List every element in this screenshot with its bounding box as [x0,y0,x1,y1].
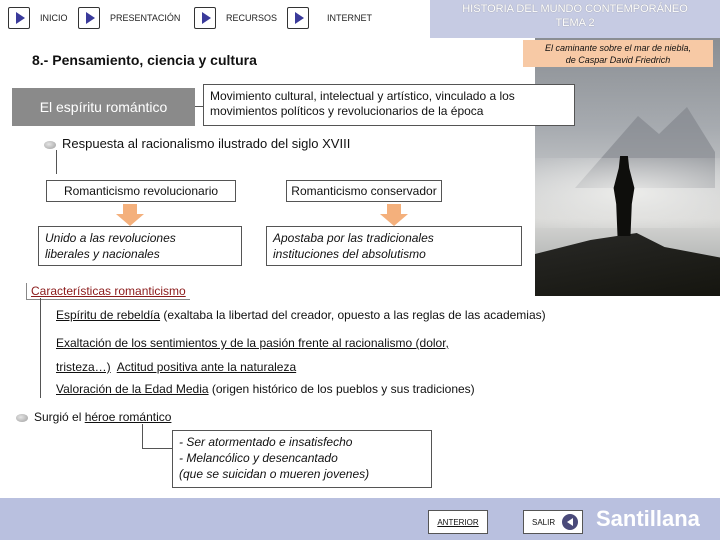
nav-internet-button[interactable]: INTERNET [287,6,372,30]
movement-description-box: Movimiento cultural, intelectual y artís… [203,84,575,126]
hero-trait: - Ser atormentado e insatisfecho [179,435,353,449]
type-box-revolutionary: Romanticismo revolucionario [46,180,236,202]
romantic-spirit-box: El espíritu romántico [12,88,195,126]
hero-trait: - Melancólico y desencantado [179,451,338,465]
characteristic-item: Exaltación de los sentimientos y de la p… [56,336,449,351]
anterior-label: ANTERIOR [437,517,479,527]
back-arrow-icon [562,514,578,530]
play-arrow-icon [287,7,309,29]
nav-inicio-button[interactable]: INICIO [8,6,68,30]
characteristic-key[interactable]: tristeza…) [56,360,111,374]
header-title: HISTORIA DEL MUNDO CONTEMPORÁNEO TEMA 2 [430,2,720,30]
characteristic-item: Espíritu de rebeldía (exaltaba la libert… [56,308,546,323]
salir-button[interactable]: SALIR [523,510,583,534]
caption-line2: de Caspar David Friedrich [565,55,671,65]
characteristic-rest: (origen histórico de los pueblos y sus t… [208,382,475,396]
type-desc-conservative: Apostaba por las tradicionales instituci… [266,226,522,266]
type-desc-line2: liberales y nacionales [45,247,160,261]
play-arrow-icon [78,7,100,29]
play-arrow-icon [8,7,30,29]
down-arrow-icon [114,204,146,226]
characteristics-branch-line [40,298,41,398]
hero-key[interactable]: héroe romántico [85,410,172,424]
play-arrow-icon [194,7,216,29]
characteristics-title[interactable]: Características romanticismo [26,283,190,300]
characteristic-rest: (exaltaba la libertad del creador, opues… [160,308,546,322]
nav-presentacion-label: PRESENTACIÓN [110,13,181,23]
santillana-logo: Santillana [596,506,700,531]
response-text: Respuesta al racionalismo ilustrado del … [62,136,351,151]
movement-desc-line1: Movimiento cultural, intelectual y artís… [210,89,515,103]
movement-desc-line2: movimientos políticos y revolucionarios … [210,104,484,118]
caption-line1: El caminante sobre el mar de niebla, [544,43,692,53]
nav-recursos-label: RECURSOS [226,13,278,23]
painting-rock [535,233,720,296]
hero-trait: (que se suicidan o mueren jovenes) [179,467,370,481]
characteristic-item: tristeza…) Actitud positiva ante la natu… [56,360,296,375]
bullet-icon [16,414,28,422]
nav-inicio-label: INICIO [40,13,68,23]
anterior-button[interactable]: ANTERIOR [428,510,488,534]
salir-label: SALIR [532,517,556,527]
hero-prefix: Surgió el [34,410,85,424]
type-desc-line1: Unido a las revoluciones [45,231,176,245]
characteristic-item: Valoración de la Edad Media (origen hist… [56,382,475,397]
down-arrow-icon [378,204,410,226]
type-box-conservative: Romanticismo conservador [286,180,442,202]
type-desc-line2: instituciones del absolutismo [273,247,426,261]
page-title: 8.- Pensamiento, ciencia y cultura [32,52,257,68]
header-title-line2: TEMA 2 [555,17,595,29]
type-desc-revolutionary: Unido a las revoluciones liberales y nac… [38,226,242,266]
nav-internet-label: INTERNET [327,13,372,23]
hero-traits-box: - Ser atormentado e insatisfecho - Melan… [172,430,432,488]
hero-branch-line [142,448,172,449]
nav-recursos-button[interactable]: RECURSOS [194,6,277,30]
header-title-line1: HISTORIA DEL MUNDO CONTEMPORÁNEO [462,3,688,15]
type-desc-line1: Apostaba por las tradicionales [273,231,434,245]
characteristic-key[interactable]: Exaltación de los sentimientos y de la p… [56,336,449,350]
bullet-icon [44,141,56,149]
characteristic-key[interactable]: Espíritu de rebeldía [56,308,160,322]
branch-line [56,150,57,174]
painting-caption: El caminante sobre el mar de niebla, de … [523,40,713,67]
characteristic-key[interactable]: Actitud positiva ante la naturaleza [117,360,296,374]
hero-line: Surgió el héroe romántico [34,410,171,424]
painting-image [535,38,720,296]
hero-branch-line [142,424,143,448]
characteristic-key[interactable]: Valoración de la Edad Media [56,382,209,396]
nav-presentacion-button[interactable]: PRESENTACIÓN [78,6,180,30]
